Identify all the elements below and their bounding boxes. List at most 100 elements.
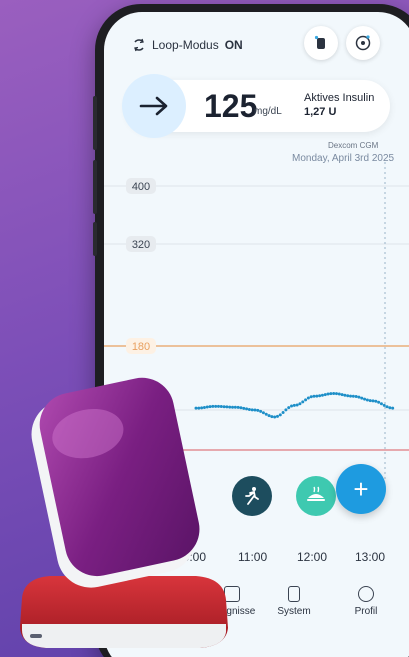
- x-tick-label: 12:00: [297, 550, 328, 564]
- nav-item-profil[interactable]: Profil: [346, 586, 386, 617]
- glucose-point: [388, 406, 392, 410]
- glucose-point: [332, 392, 336, 396]
- glucose-point: [225, 405, 229, 409]
- glucose-point: [371, 399, 375, 403]
- y-tick-label: 320: [132, 239, 150, 251]
- glucose-point: [281, 411, 285, 415]
- glucose-point: [273, 415, 277, 419]
- glucose-point: [315, 394, 319, 398]
- glucose-point: [368, 399, 372, 403]
- glucose-value: 125: [204, 88, 258, 124]
- phone-side-button: [93, 222, 97, 256]
- running-icon: [245, 487, 259, 505]
- y-tick-label: 400: [132, 181, 150, 193]
- glucose-point: [357, 395, 361, 399]
- phone-side-button: [93, 160, 97, 214]
- glucose-point: [304, 398, 308, 402]
- glucose-point: [312, 394, 316, 398]
- add-icon: +: [353, 474, 369, 504]
- glucose-point: [284, 408, 288, 412]
- glucose-point: [222, 405, 226, 409]
- pump-status-button[interactable]: [304, 26, 338, 60]
- nav-item-label: System: [277, 606, 311, 617]
- glucose-unit: mg/dL: [254, 106, 282, 117]
- top-bar: Loop-Modus ON: [104, 12, 409, 74]
- glucose-point: [287, 406, 291, 410]
- y-tick-label: 110: [132, 405, 150, 417]
- glucose-point: [264, 412, 268, 416]
- glucose-point: [278, 413, 282, 417]
- meal-icon: [307, 486, 325, 501]
- glucose-point: [360, 396, 364, 400]
- glucose-point: [365, 398, 369, 402]
- glucose-point: [292, 403, 296, 407]
- glucose-point: [309, 395, 313, 399]
- glucose-point: [275, 414, 279, 418]
- trend-indicator: [122, 74, 186, 138]
- glucose-point: [340, 393, 344, 397]
- glucose-chart[interactable]: 400 320 180 110: [104, 162, 409, 482]
- glucose-point: [228, 405, 232, 409]
- glucose-point: [385, 405, 389, 409]
- nav-item-label: Profil: [354, 606, 378, 617]
- glucose-point: [211, 404, 215, 408]
- glucose-point: [233, 405, 237, 409]
- cgm-source: Dexcom CGM: [328, 141, 379, 150]
- bottom-navigation: Ereignisse System Profil: [104, 572, 409, 657]
- loop-mode-state: ON: [224, 38, 243, 52]
- app-screen: Loop-Modus ON 125 mg/dL Aktives Insulin: [104, 12, 409, 657]
- x-tick-label: 13:00: [355, 550, 386, 564]
- device-icon: [288, 586, 300, 602]
- nav-item-label: Ereignisse: [208, 606, 256, 617]
- glucose-point: [377, 400, 381, 404]
- glucose-point: [349, 394, 353, 398]
- glucose-card[interactable]: 125 mg/dL Aktives Insulin 1,27 U: [122, 74, 390, 138]
- glucose-point: [200, 406, 204, 410]
- meal-button[interactable]: [296, 476, 336, 516]
- glucose-point: [219, 405, 223, 409]
- glucose-point: [323, 393, 327, 397]
- glucose-point: [261, 411, 265, 415]
- glucose-point: [247, 407, 251, 411]
- glucose-point: [253, 408, 257, 412]
- glucose-point: [202, 405, 206, 409]
- profile-icon: [358, 586, 374, 602]
- glucose-point: [306, 396, 310, 400]
- glucose-point: [351, 394, 355, 398]
- phone-side-button: [93, 96, 97, 150]
- nav-item-system[interactable]: System: [272, 586, 316, 617]
- glucose-point: [382, 403, 386, 407]
- glucose-point: [214, 404, 218, 408]
- glucose-point: [194, 406, 198, 410]
- loop-mode-toggle[interactable]: Loop-Modus ON: [132, 38, 243, 52]
- pump-icon: [314, 35, 325, 49]
- glucose-point: [242, 406, 246, 410]
- glucose-point: [334, 392, 338, 396]
- sensor-icon: [355, 35, 371, 51]
- glucose-point: [379, 402, 383, 406]
- glucose-point: [250, 408, 254, 412]
- glucose-point: [245, 407, 249, 411]
- glucose-point: [329, 392, 333, 396]
- glucose-point: [320, 393, 324, 397]
- active-insulin-value: 1,27 U: [304, 106, 337, 118]
- glucose-point: [337, 392, 341, 396]
- glucose-point: [256, 408, 260, 412]
- glucose-point: [354, 395, 358, 399]
- sensor-status-button[interactable]: [346, 26, 380, 60]
- glucose-point: [374, 399, 378, 403]
- glucose-point: [295, 403, 299, 407]
- active-insulin-label: Aktives Insulin: [304, 92, 375, 104]
- add-button[interactable]: +: [336, 464, 386, 514]
- exercise-button[interactable]: [232, 476, 272, 516]
- glucose-point: [205, 405, 209, 409]
- glucose-point: [208, 405, 212, 409]
- x-tick-label: 10:00: [176, 550, 207, 564]
- glucose-point: [239, 406, 243, 410]
- glucose-point: [259, 409, 263, 413]
- glucose-point: [391, 406, 395, 410]
- list-icon: [224, 586, 240, 602]
- glucose-point: [231, 405, 235, 409]
- nav-item-ereignisse[interactable]: Ereignisse: [202, 586, 262, 617]
- glucose-point: [216, 404, 220, 408]
